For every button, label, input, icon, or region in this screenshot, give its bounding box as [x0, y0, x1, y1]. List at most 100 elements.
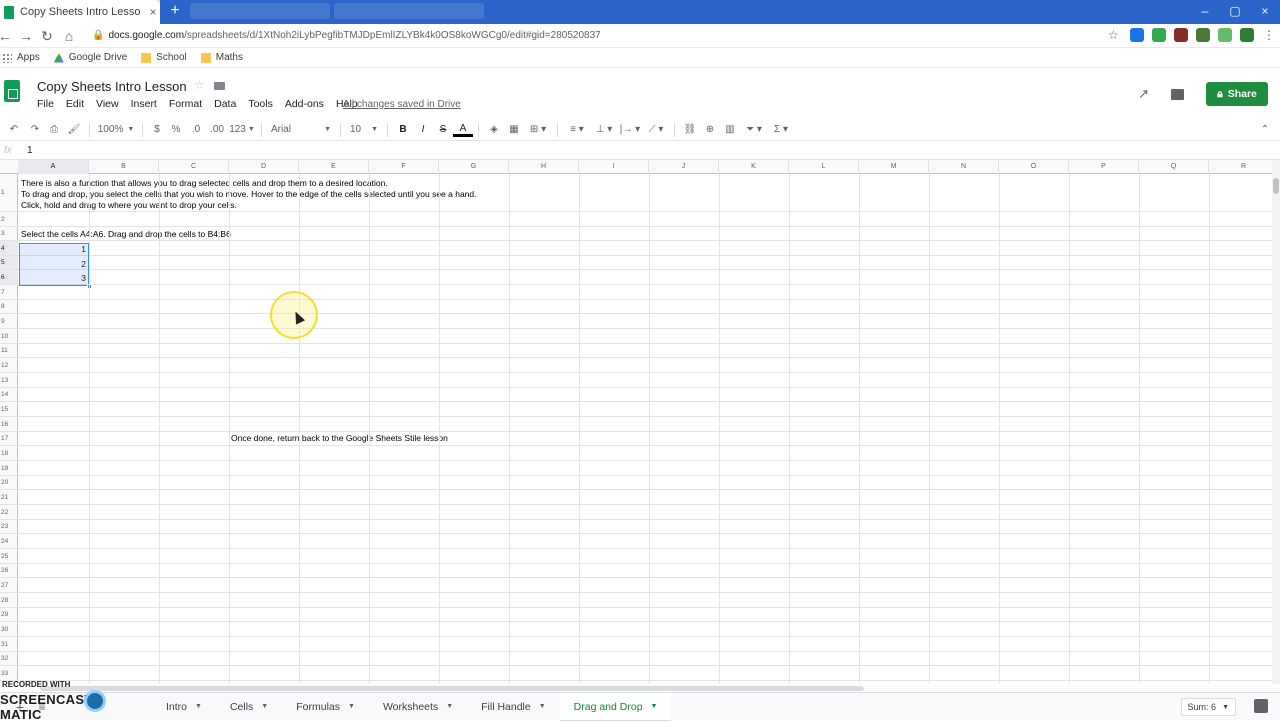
new-tab-button[interactable]: + — [166, 2, 184, 20]
print-icon[interactable]: ⎙ — [44, 121, 64, 139]
row-header-19[interactable]: 19 — [0, 461, 18, 476]
bookmark-google-drive[interactable]: Google Drive — [53, 52, 127, 63]
row-header-21[interactable]: 21 — [0, 490, 18, 505]
column-header-b[interactable]: B — [89, 160, 159, 174]
column-header-k[interactable]: K — [719, 160, 789, 174]
forward-icon[interactable]: → — [17, 27, 35, 45]
spreadsheet-grid[interactable]: ABCDEFGHIJKLMNOPQR 1 2 3 4 5 6 7 8 9 10 11 12 13 14 15… — [0, 160, 1272, 684]
zoom-select[interactable]: 100% ▼ — [95, 121, 137, 139]
menu-data[interactable]: Data — [214, 98, 236, 110]
format-currency-button[interactable]: $ — [148, 121, 166, 139]
row-header-30[interactable]: 30 — [0, 622, 18, 637]
browser-tab-active[interactable]: Copy Sheets Intro Lesson - Goog × — [0, 0, 160, 24]
save-status[interactable]: All changes saved in Drive — [343, 99, 461, 110]
column-header-l[interactable]: L — [789, 160, 859, 174]
row-header-27[interactable]: 27 — [0, 578, 18, 593]
functions-icon[interactable]: Σ ▾ — [768, 121, 794, 139]
cell-a5[interactable]: 2 — [18, 257, 86, 271]
menu-add-ons[interactable]: Add-ons — [285, 98, 324, 110]
row-header-10[interactable]: 10 — [0, 329, 18, 344]
maximize-icon[interactable]: ▢ — [1220, 0, 1250, 22]
font-size-select[interactable]: 10 ▼ — [346, 121, 382, 139]
row-header-8[interactable]: 8 — [0, 300, 18, 314]
horizontal-align-icon[interactable]: ≡ ▾ — [563, 121, 591, 139]
row-header-23[interactable]: 23 — [0, 520, 18, 534]
vertical-scrollbar[interactable] — [1272, 160, 1280, 684]
row-header-2[interactable]: 2 — [0, 212, 18, 227]
insert-chart-icon[interactable]: ▥ — [720, 121, 740, 139]
cell-a6[interactable]: 3 — [18, 271, 86, 285]
redo-icon[interactable]: ↷ — [26, 121, 44, 139]
sheets-logo-icon[interactable] — [4, 80, 20, 102]
column-header-g[interactable]: G — [439, 160, 509, 174]
activity-dashboard-icon[interactable]: ↗ — [1138, 86, 1149, 102]
extension-icon[interactable] — [1174, 28, 1188, 42]
italic-icon[interactable]: I — [413, 121, 433, 139]
row-header-31[interactable]: 31 — [0, 637, 18, 652]
insert-link-icon[interactable]: ⛓︎ — [680, 121, 700, 139]
sheet-tab-fill-handle[interactable]: Fill Handle ▼ — [467, 693, 560, 721]
column-header-i[interactable]: I — [579, 160, 649, 174]
close-tab-icon[interactable]: × — [146, 5, 160, 19]
document-title[interactable]: Copy Sheets Intro Lesson — [37, 79, 187, 94]
undo-icon[interactable]: ↶ — [2, 121, 26, 139]
menu-insert[interactable]: Insert — [131, 98, 157, 110]
row-header-12[interactable]: 12 — [0, 358, 18, 373]
cell-area[interactable]: There is also a function that allows you… — [18, 174, 1272, 684]
collapse-toolbar-icon[interactable]: ⌃ — [1258, 121, 1272, 139]
row-header-33[interactable]: 33 — [0, 666, 18, 681]
cell-d17[interactable]: Once done, return back to the Google She… — [231, 433, 448, 444]
text-wrapping-icon[interactable]: |→ ▾ — [617, 121, 643, 139]
close-window-icon[interactable]: × — [1250, 0, 1280, 22]
home-icon[interactable]: ⌂ — [60, 27, 78, 45]
bookmark-star-icon[interactable]: ☆ — [1108, 28, 1122, 42]
row-header-11[interactable]: 11 — [0, 344, 18, 358]
extension-icon[interactable] — [1152, 28, 1166, 42]
cell-a4[interactable]: 1 — [18, 242, 86, 256]
merge-cells-icon[interactable]: ⊞ ▾ — [524, 121, 552, 139]
filter-icon[interactable]: ⏷ ▾ — [740, 121, 768, 139]
menu-view[interactable]: View — [96, 98, 119, 110]
share-button[interactable]: 🔒︎ Share — [1206, 82, 1268, 106]
move-to-folder-icon[interactable] — [214, 82, 225, 90]
column-header-n[interactable]: N — [929, 160, 999, 174]
menu-file[interactable]: File — [37, 98, 54, 110]
column-header-h[interactable]: H — [509, 160, 579, 174]
back-icon[interactable]: ← — [0, 27, 14, 45]
formula-input[interactable]: 1 — [27, 145, 33, 156]
browser-tab-background[interactable] — [190, 3, 330, 19]
extension-icon[interactable] — [1130, 28, 1144, 42]
row-header-17[interactable]: 17 — [0, 432, 18, 446]
menu-dots-icon[interactable]: ⋮ — [1262, 28, 1276, 42]
font-select[interactable]: Arial ▼ — [267, 121, 335, 139]
menu-tools[interactable]: Tools — [248, 98, 273, 110]
format-percent-button[interactable]: % — [166, 121, 186, 139]
column-header-f[interactable]: F — [369, 160, 439, 174]
browser-tab-background[interactable] — [334, 3, 484, 19]
bookmark-apps[interactable]: Apps — [2, 52, 40, 63]
column-header-e[interactable]: E — [299, 160, 369, 174]
paint-format-icon[interactable]: 🖌︎ — [64, 121, 84, 139]
extension-icon[interactable] — [1218, 28, 1232, 42]
row-header-32[interactable]: 32 — [0, 652, 18, 666]
reload-icon[interactable]: ↻ — [38, 27, 56, 45]
bookmark-maths[interactable]: Maths — [200, 52, 243, 63]
row-header-24[interactable]: 24 — [0, 534, 18, 549]
column-header-a[interactable]: A — [18, 160, 89, 174]
borders-icon[interactable]: ▦ — [504, 121, 524, 139]
insert-comment-icon[interactable]: ⊕ — [700, 121, 720, 139]
row-header-1[interactable]: 1 — [0, 174, 18, 212]
row-header-15[interactable]: 15 — [0, 402, 18, 417]
url-field[interactable]: 🔒 docs.google.com/spreadsheets/d/1XtNoh2… — [92, 28, 601, 44]
scrollbar-thumb[interactable] — [1273, 178, 1279, 194]
sheet-tab-cells[interactable]: Cells ▼ — [216, 693, 282, 721]
horizontal-scrollbar[interactable] — [40, 686, 864, 691]
comments-icon[interactable] — [1171, 88, 1184, 100]
row-header-25[interactable]: 25 — [0, 549, 18, 564]
minimize-icon[interactable]: – — [1190, 0, 1220, 22]
star-icon[interactable]: ☆ — [194, 78, 205, 92]
vertical-align-icon[interactable]: ⊥ ▾ — [591, 121, 617, 139]
row-header-4[interactable]: 4 — [0, 241, 18, 256]
row-header-7[interactable]: 7 — [0, 285, 18, 300]
strikethrough-icon[interactable]: S — [433, 121, 453, 139]
